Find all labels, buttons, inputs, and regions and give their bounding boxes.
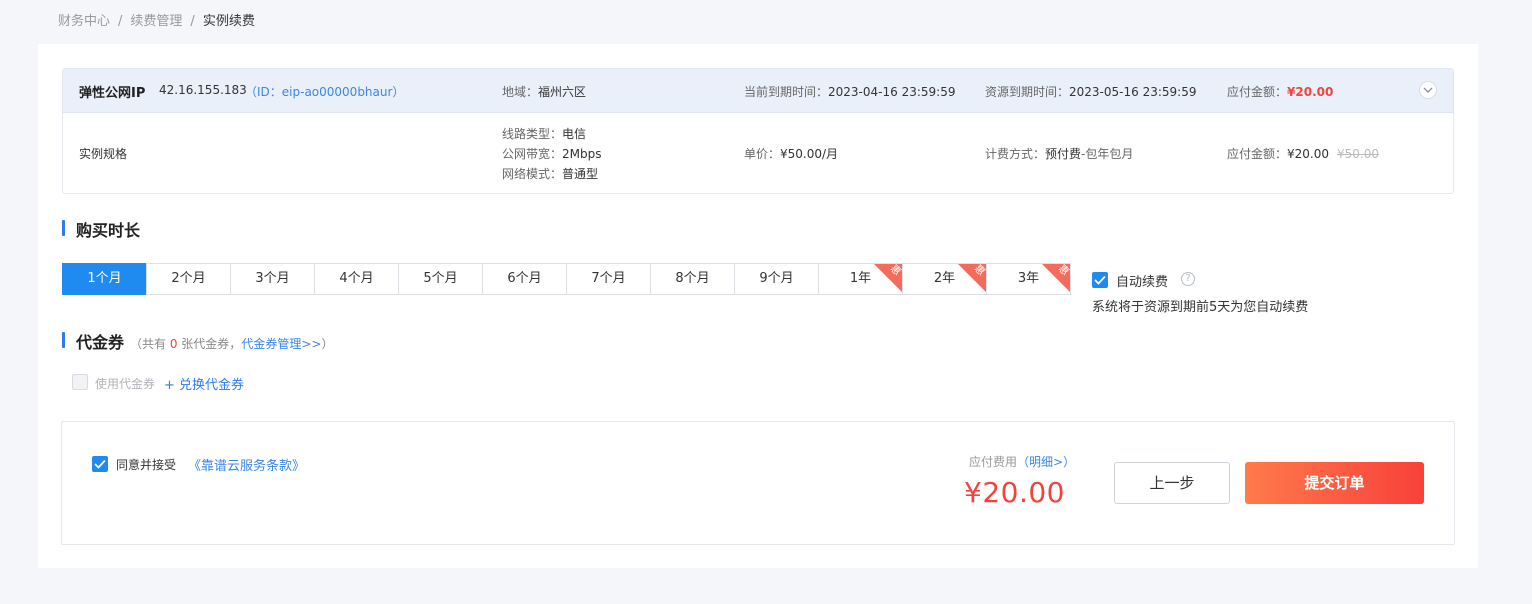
voucher-title: 代金券	[76, 333, 125, 352]
current-expire-label: 当前到期时间：	[744, 85, 829, 99]
voucher-note: （共有 0 张代金券，代金券管理>>）	[130, 337, 333, 351]
instance-id: （ID：eip-ao00000bhaur）	[245, 85, 405, 99]
bandwidth-value: 2Mbps	[562, 147, 602, 161]
duration-option[interactable]: 2年惠	[902, 263, 987, 295]
payable-value: ¥20.00	[1287, 147, 1330, 161]
fee-detail-link[interactable]: （明细>）	[1017, 455, 1075, 469]
voucher-note-prefix: （共有	[130, 337, 170, 351]
duration-option[interactable]: 8个月	[650, 263, 735, 295]
voucher-note-middle: 张代金券，	[177, 337, 242, 351]
duration-option[interactable]: 9个月	[734, 263, 819, 295]
billing-suffix: -包年包月	[1081, 147, 1134, 161]
duration-option-label: 9个月	[759, 271, 794, 286]
voucher-section-title: 代金券 （共有 0 张代金券，代金券管理>>）	[62, 329, 333, 353]
bandwidth-label: 公网带宽：	[502, 147, 563, 161]
unit-price-field: 单价：¥50.00/月	[744, 145, 838, 162]
auto-renew-checkbox[interactable]	[1092, 272, 1108, 288]
breadcrumb-item-finance[interactable]: 财务中心	[58, 14, 110, 29]
line-type-value: 电信	[562, 127, 587, 141]
duration-option[interactable]: 2个月	[146, 263, 231, 295]
breadcrumb-separator: /	[190, 14, 195, 29]
agree-label: 同意并接受	[116, 458, 177, 472]
prev-step-button[interactable]: 上一步	[1114, 462, 1230, 504]
instance-header: 弹性公网IP 42.16.155.183 （ID：eip-ao00000bhau…	[63, 69, 1453, 113]
current-expire-value: 2023-04-16 23:59:59	[828, 85, 956, 99]
resource-expire-value: 2023-05-16 23:59:59	[1069, 85, 1197, 99]
fee-label-group: 应付费用（明细>）	[969, 453, 1075, 470]
duration-option[interactable]: 5个月	[398, 263, 483, 295]
current-expire-field: 当前到期时间：2023-04-16 23:59:59	[744, 83, 955, 100]
duration-option-label: 4个月	[339, 271, 374, 286]
breadcrumb: 财务中心 / 续费管理 / 实例续费	[58, 10, 255, 29]
original-price: ¥50.00	[1337, 147, 1380, 161]
use-voucher-checkbox[interactable]	[72, 374, 88, 390]
fee-label: 应付费用	[969, 455, 1018, 469]
duration-option-label: 5个月	[423, 271, 458, 286]
duration-option-label: 1年	[849, 271, 872, 286]
help-icon[interactable]: ?	[1181, 272, 1195, 286]
duration-options: 1个月 2个月 3个月 4个月 5个月 6个月 7个月 8个月 9个月 1年惠 2年惠 3年惠	[62, 263, 1071, 295]
duration-option-label: 2年	[933, 271, 956, 286]
network-mode-value: 普通型	[562, 167, 599, 181]
resource-expire-field: 资源到期时间：2023-05-16 23:59:59	[985, 83, 1196, 100]
order-footer: 同意并接受 《靠谱云服务条款》 应付费用（明细>） ¥20.00 上一步 提交订…	[61, 421, 1455, 545]
chevron-down-icon[interactable]	[1419, 81, 1437, 99]
duration-option[interactable]: 3年惠	[986, 263, 1071, 295]
auto-renew-note: 系统将于资源到期前5天为您自动续费	[1092, 300, 1309, 315]
region-value: 福州六区	[538, 85, 587, 99]
unit-price-label: 单价：	[744, 147, 781, 161]
instance-name: 弹性公网IP	[79, 86, 146, 101]
payable-field: 应付金额：¥20.00 ¥50.00	[1227, 145, 1379, 162]
renewal-card: 弹性公网IP 42.16.155.183 （ID：eip-ao00000bhau…	[38, 44, 1478, 568]
duration-option[interactable]: 3个月	[230, 263, 315, 295]
duration-section-title: 购买时长	[62, 217, 140, 241]
duration-option-label: 6个月	[507, 271, 542, 286]
line-type-label: 线路类型：	[502, 127, 563, 141]
voucher-note-suffix: ）	[321, 337, 334, 351]
amount-value: ¥20.00	[1287, 85, 1334, 99]
resource-expire-label: 资源到期时间：	[985, 85, 1070, 99]
fee-amount: ¥20.00	[964, 476, 1065, 509]
bandwidth-field: 公网带宽：2Mbps	[502, 145, 602, 162]
network-mode-label: 网络模式：	[502, 167, 563, 181]
billing-value: 预付费	[1045, 147, 1082, 161]
duration-option-label: 7个月	[591, 271, 626, 286]
exchange-voucher-link[interactable]: + 兑换代金券	[164, 374, 244, 393]
duration-title: 购买时长	[76, 221, 141, 240]
agree-checkbox[interactable]	[92, 456, 108, 472]
instance-ip: 42.16.155.183	[159, 83, 247, 97]
breadcrumb-item-renewal[interactable]: 续费管理	[130, 14, 182, 29]
region-field: 地域：福州六区	[502, 83, 586, 100]
duration-option[interactable]: 6个月	[482, 263, 567, 295]
voucher-manage-link[interactable]: 代金券管理>>	[241, 337, 321, 351]
duration-option-label: 3年	[1017, 271, 1040, 286]
duration-option-label: 3个月	[255, 271, 290, 286]
duration-option-label: 2个月	[171, 271, 206, 286]
amount-field: 应付金额：¥20.00	[1227, 83, 1333, 100]
duration-option-label: 8个月	[675, 271, 710, 286]
billing-field: 计费方式：预付费-包年包月	[985, 145, 1133, 162]
network-mode-field: 网络模式：普通型	[502, 165, 598, 182]
duration-option[interactable]: 4个月	[314, 263, 399, 295]
duration-option[interactable]: 1个月	[62, 263, 147, 295]
breadcrumb-item-current: 实例续费	[202, 14, 255, 29]
terms-link[interactable]: 《靠谱云服务条款》	[188, 455, 305, 474]
submit-order-button[interactable]: 提交订单	[1245, 462, 1424, 504]
unit-price-value: ¥50.00/月	[780, 147, 839, 161]
payable-label: 应付金额：	[1227, 147, 1288, 161]
duration-option[interactable]: 7个月	[566, 263, 651, 295]
breadcrumb-separator: /	[118, 14, 123, 29]
instance-panel: 弹性公网IP 42.16.155.183 （ID：eip-ao00000bhau…	[62, 68, 1454, 194]
spec-label: 实例规格	[79, 147, 128, 161]
use-voucher-label: 使用代金券	[95, 377, 156, 391]
amount-label: 应付金额：	[1227, 85, 1288, 99]
duration-option[interactable]: 1年惠	[818, 263, 903, 295]
duration-option-label: 1个月	[87, 271, 122, 286]
line-type-field: 线路类型：电信	[502, 125, 586, 142]
auto-renew-label[interactable]: 自动续费	[1116, 271, 1168, 290]
billing-label: 计费方式：	[985, 147, 1046, 161]
region-label: 地域：	[502, 85, 539, 99]
